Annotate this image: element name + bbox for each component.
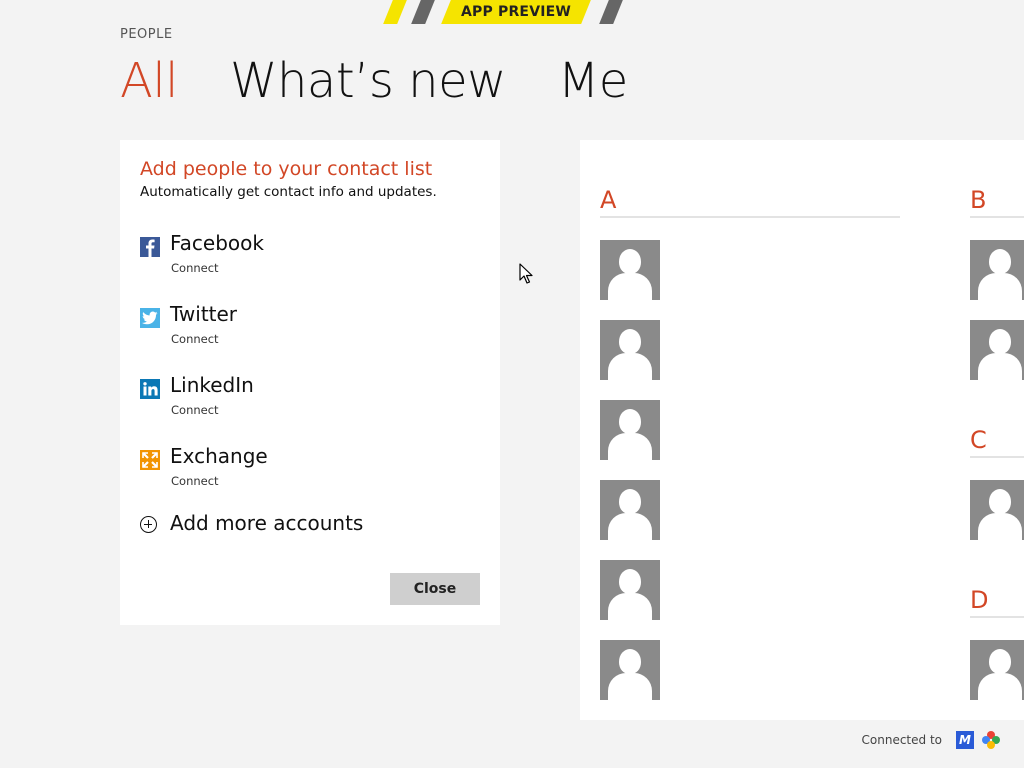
add-more-label: Add more accounts (170, 511, 364, 535)
pivot-me[interactable]: Me (558, 50, 628, 112)
add-circle-icon (140, 516, 157, 533)
facebook-account[interactable]: Facebook Connect (140, 231, 440, 281)
messenger-icon[interactable]: M (956, 731, 974, 749)
twitter-icon (140, 308, 160, 328)
contact-tile[interactable] (600, 400, 660, 460)
avatar-placeholder-icon (619, 649, 641, 674)
linkedin-icon (140, 379, 160, 399)
twitter-account[interactable]: Twitter Connect (140, 302, 440, 352)
group-header-d[interactable]: D (970, 586, 988, 614)
app-title: PEOPLE (120, 27, 173, 42)
account-name: LinkedIn (170, 373, 254, 397)
connected-to-label: Connected to (861, 733, 942, 747)
avatar-placeholder-body (978, 513, 1022, 540)
panel-title: Add people to your contact list (140, 158, 433, 180)
connect-link[interactable]: Connect (171, 474, 219, 488)
facebook-icon (140, 237, 160, 257)
contact-tile[interactable] (970, 480, 1024, 540)
contact-tile[interactable] (600, 240, 660, 300)
avatar-placeholder-body (978, 673, 1022, 700)
avatar-placeholder-body (608, 353, 652, 380)
contact-tile[interactable] (600, 480, 660, 540)
connection-status: Connected to M (862, 731, 1000, 749)
connect-link[interactable]: Connect (171, 332, 219, 346)
contact-tile[interactable] (600, 640, 660, 700)
group-header-a[interactable]: A (600, 186, 616, 214)
avatar-placeholder-icon (989, 329, 1011, 354)
group-divider (970, 616, 1024, 618)
contact-tile[interactable] (600, 560, 660, 620)
avatar-placeholder-icon (619, 489, 641, 514)
group-divider (970, 456, 1024, 458)
group-header-c[interactable]: C (970, 426, 987, 454)
account-name: Twitter (170, 302, 238, 326)
mouse-cursor-icon (519, 263, 533, 284)
contact-tile[interactable] (970, 640, 1024, 700)
contact-tile[interactable] (970, 240, 1024, 300)
close-button[interactable]: Close (390, 573, 480, 605)
avatar-placeholder-icon (619, 249, 641, 274)
panel-subtitle: Automatically get contact info and updat… (140, 184, 437, 200)
connect-link[interactable]: Connect (171, 261, 219, 275)
banner-stripe (599, 0, 623, 24)
group-divider (600, 216, 900, 218)
avatar-placeholder-body (608, 593, 652, 620)
app-preview-label: APP PREVIEW (441, 0, 591, 24)
avatar-placeholder-body (608, 273, 652, 300)
avatar-placeholder-icon (989, 249, 1011, 274)
contact-tile[interactable] (970, 320, 1024, 380)
google-icon[interactable] (982, 731, 1000, 749)
banner-stripe (383, 0, 407, 24)
pivot-nav: All What’s new Me (120, 50, 628, 112)
add-people-panel: Add people to your contact list Automati… (120, 140, 500, 625)
exchange-account[interactable]: Exchange Connect (140, 444, 440, 494)
pivot-whats-new[interactable]: What’s new (230, 50, 506, 112)
pivot-all[interactable]: All (120, 50, 179, 112)
avatar-placeholder-icon (989, 649, 1011, 674)
avatar-placeholder-body (608, 673, 652, 700)
group-divider (970, 216, 1024, 218)
account-name: Facebook (170, 231, 264, 255)
linkedin-account[interactable]: LinkedIn Connect (140, 373, 440, 423)
avatar-placeholder-icon (619, 329, 641, 354)
avatar-placeholder-body (608, 513, 652, 540)
exchange-icon (140, 450, 160, 470)
avatar-placeholder-body (608, 433, 652, 460)
banner-stripe (411, 0, 435, 24)
avatar-placeholder-body (978, 273, 1022, 300)
avatar-placeholder-body (978, 353, 1022, 380)
contact-tile[interactable] (600, 320, 660, 380)
avatar-placeholder-icon (619, 409, 641, 434)
app-preview-banner: APP PREVIEW (380, 0, 625, 24)
avatar-placeholder-icon (619, 569, 641, 594)
contacts-list: A B C D (580, 140, 1024, 720)
connect-link[interactable]: Connect (171, 403, 219, 417)
group-header-b[interactable]: B (970, 186, 986, 214)
avatar-placeholder-icon (989, 489, 1011, 514)
account-name: Exchange (170, 444, 268, 468)
